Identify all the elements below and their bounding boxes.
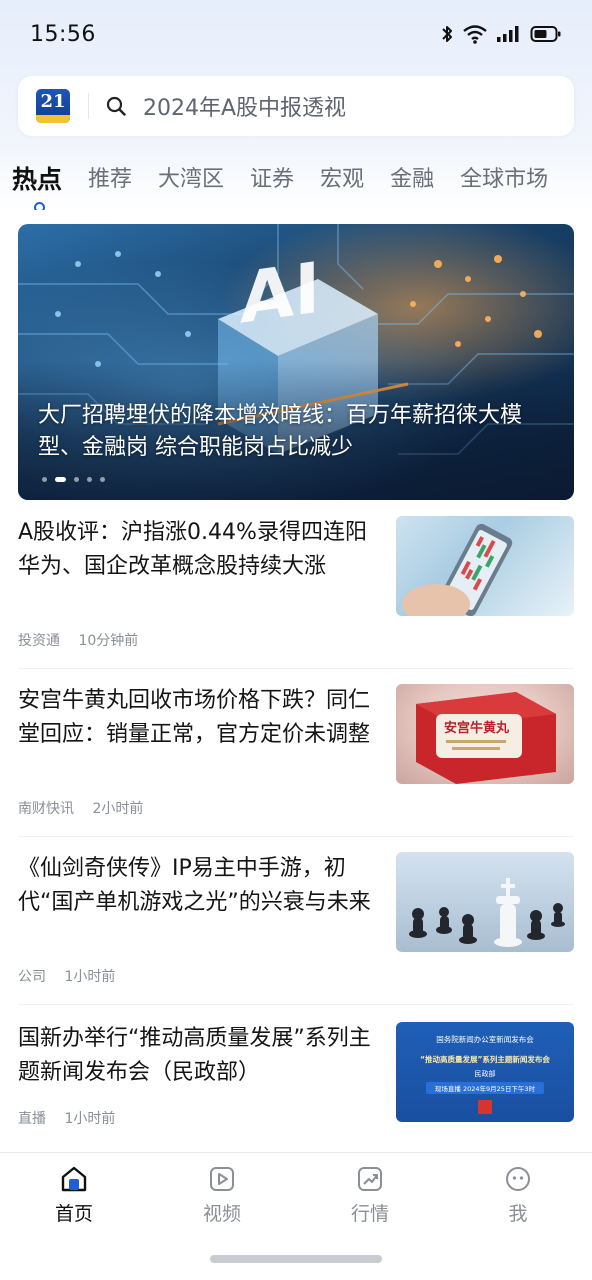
home-indicator[interactable] [210,1255,382,1263]
phone-stock-chart-image [402,523,513,616]
medicine-box-text: 安宫牛黄丸 [444,720,510,736]
battery-icon [530,26,561,42]
search-bar[interactable]: 21 2024年A股中报透视 [18,76,574,136]
news-time: 10分钟前 [78,633,139,649]
medicine-box-image: 安宫牛黄丸 [416,692,556,784]
tab-finance[interactable]: 金融 [390,160,434,200]
divider [18,1004,574,1005]
active-tab-indicator [34,202,45,210]
chess-pieces-image [409,878,565,947]
status-bar: 15:56 [0,0,592,68]
news-title[interactable]: 《仙剑奇侠传》IP易主中手游，初代“国产单机游戏之光”的兴衰与未来 [18,852,378,920]
divider [18,836,574,837]
carousel-dot-active [55,477,66,482]
news-source: 南财快讯 [18,801,74,817]
news-thumbnail[interactable] [396,516,574,616]
nav-market[interactable]: 行情 [296,1153,444,1226]
tab-greater-bay-area[interactable]: 大湾区 [158,160,224,200]
news-meta: 直播 1小时前 [18,1108,115,1128]
news-title[interactable]: 国新办举行“推动高质量发展”系列主题新闻发布会（民政部） [18,1022,378,1090]
news-meta: 南财快讯 2小时前 [18,798,143,818]
news-thumbnail[interactable]: 国务院新闻办公室新闻发布会 “推动高质量发展”系列主题新闻发布会 民政部 现场直… [396,1022,574,1122]
nav-home-label: 首页 [54,1203,93,1225]
news-item[interactable]: 安宫牛黄丸回收市场价格下跌？同仁堂回应：销量正常，官方定价未调整 南财快讯 2小… [18,684,574,824]
app-screen: 15:56 21 2024年A股中报透视 热点 推荐 大湾区 证券 宏观 金融 … [0,0,592,1280]
nav-profile-label: 我 [508,1203,528,1225]
news-time: 2小时前 [92,801,144,817]
logo-text: 21 [40,91,66,112]
poster-line-1: 国务院新闻办公室新闻发布会 [436,1034,534,1044]
news-item[interactable]: 国新办举行“推动高质量发展”系列主题新闻发布会（民政部） 直播 1小时前 国务院… [18,1022,574,1132]
app-logo[interactable]: 21 [36,89,70,123]
signal-icon [497,26,519,42]
video-icon [210,1167,234,1191]
bottom-nav: 首页 视频 行情 我 [0,1152,592,1238]
hero-title[interactable]: 大厂招聘埋伏的降本增效暗线：百万年薪招徕大模型、金融岗 综合职能岗占比减少 [38,400,556,464]
news-time: 1小时前 [64,1111,116,1127]
news-meta: 公司 1小时前 [18,966,115,986]
profile-icon [506,1167,530,1191]
poster-line-4: 现场直播 2024年9月25日下午3时 [435,1084,536,1093]
search-input[interactable]: 2024年A股中报透视 [143,90,346,122]
poster-line-2: “推动高质量发展”系列主题新闻发布会 [420,1054,550,1064]
press-conference-poster-image: 国务院新闻办公室新闻发布会 “推动高质量发展”系列主题新闻发布会 民政部 现场直… [420,1034,550,1114]
news-meta: 投资通 10分钟前 [18,630,138,650]
tab-macro[interactable]: 宏观 [320,160,364,200]
news-thumbnail[interactable]: 安宫牛黄丸 [396,684,574,784]
market-chart-icon [358,1167,382,1191]
wifi-icon [463,25,487,44]
search-divider [88,93,89,119]
news-title[interactable]: 安宫牛黄丸回收市场价格下跌？同仁堂回应：销量正常，官方定价未调整 [18,684,378,752]
search-icon [106,96,126,116]
carousel-dot [87,477,92,482]
logo-strip [36,115,70,123]
divider [18,668,574,669]
news-title[interactable]: A股收评：沪指涨0.44%录得四连阳 华为、国企改革概念股持续大涨 [18,516,378,584]
news-source: 直播 [18,1111,46,1127]
nav-market-label: 行情 [350,1203,389,1225]
news-item[interactable]: 《仙剑奇侠传》IP易主中手游，初代“国产单机游戏之光”的兴衰与未来 公司 1小时… [18,852,574,992]
carousel-dot [74,477,79,482]
hero-banner[interactable]: AI 大厂招聘埋伏的降本增效暗线：百万年薪招徕大模型、金融岗 综合职能岗占比减少 [18,224,574,500]
carousel-dot [42,477,47,482]
news-time: 1小时前 [64,969,116,985]
tab-recommend[interactable]: 推荐 [88,160,132,200]
bluetooth-icon [442,26,452,42]
hero-image-ai-text: AI [240,247,320,340]
poster-line-3: 民政部 [475,1069,496,1078]
news-source: 公司 [18,969,46,985]
news-source: 投资通 [18,633,60,649]
tab-securities[interactable]: 证券 [250,160,294,200]
nav-video-label: 视频 [202,1203,241,1225]
news-thumbnail[interactable] [396,852,574,952]
category-tabs: 热点 推荐 大湾区 证券 宏观 金融 全球市场 [12,160,592,210]
carousel-dots [42,477,105,482]
nav-video[interactable]: 视频 [148,1153,296,1226]
nav-profile[interactable]: 我 [444,1153,592,1226]
status-time: 15:56 [30,21,96,47]
news-item[interactable]: A股收评：沪指涨0.44%录得四连阳 华为、国企改革概念股持续大涨 投资通 10… [18,516,574,656]
carousel-dot [100,477,105,482]
status-icons [440,24,562,44]
tab-global-markets[interactable]: 全球市场 [460,160,548,200]
tab-hot[interactable]: 热点 [12,160,62,200]
home-icon [61,1166,87,1192]
nav-home[interactable]: 首页 [0,1153,148,1226]
